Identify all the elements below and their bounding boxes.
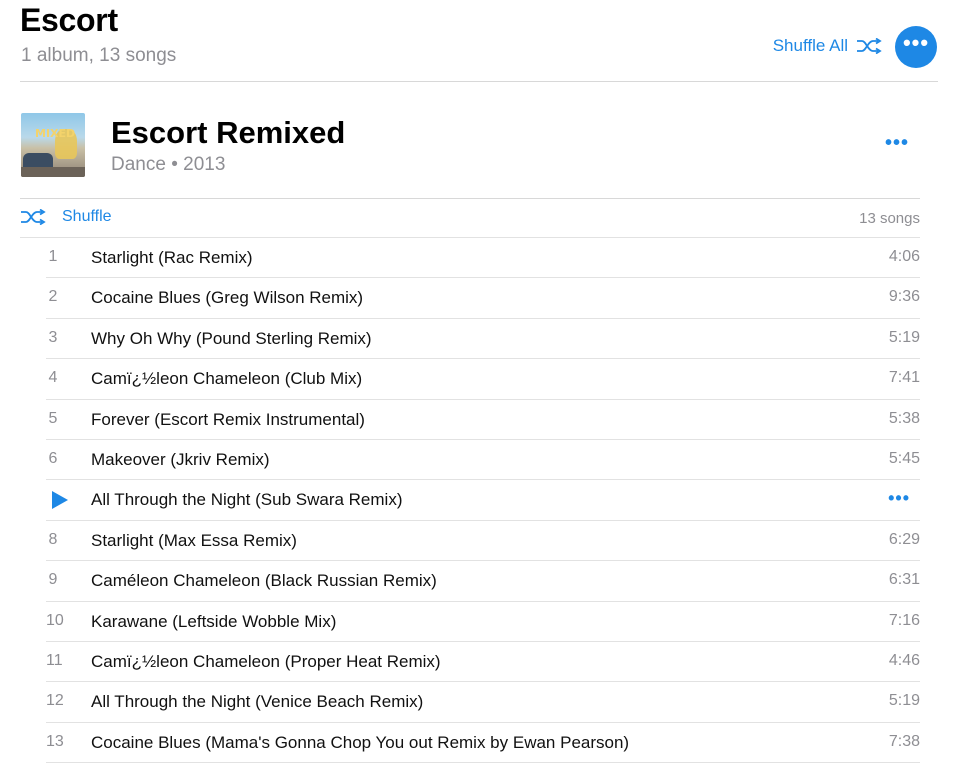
track-list: 1 Starlight (Rac Remix) 4:06 2 Cocaine Blues…	[46, 238, 920, 764]
track-row[interactable]: 1 Starlight (Rac Remix) 4:06	[46, 238, 920, 279]
track-row[interactable]: 6 Makeover (Jkriv Remix) 5:45	[46, 440, 920, 481]
track-number: 12	[46, 692, 64, 710]
track-duration: 5:19	[888, 692, 920, 710]
album-more-button[interactable]: •••	[885, 133, 909, 153]
track-number: 3	[48, 328, 58, 346]
track-title: All Through the Night (Venice Beach Remi…	[91, 692, 424, 712]
track-title: Starlight (Rac Remix)	[91, 248, 253, 267]
shuffle-icon	[21, 209, 46, 225]
track-title: Camï¿½leon Chameleon (Proper Heat Remix)	[91, 651, 441, 671]
track-more-button[interactable]: •••	[888, 489, 910, 507]
track-row[interactable]: All Through the Night (Sub Swara Remix) •…	[46, 480, 920, 521]
divider	[20, 81, 938, 82]
play-icon	[52, 491, 68, 510]
track-duration: 6:31	[888, 571, 920, 589]
track-title: Karawane (Leftside Wobble Mix)	[91, 611, 337, 631]
album-title: Escort Remixed	[111, 115, 346, 150]
track-title: All Through the Night (Sub Swara Remix)	[91, 490, 403, 510]
track-duration: 6:29	[888, 530, 920, 548]
track-row[interactable]: 10 Karawane (Leftside Wobble Mix) 7:16	[46, 602, 920, 642]
track-duration: 5:19	[888, 328, 920, 346]
track-number: 5	[48, 409, 58, 427]
track-title: Cocaine Blues (Greg Wilson Remix)	[91, 288, 364, 308]
artist-subtitle: 1 album, 13 songs	[21, 45, 177, 66]
track-number: 6	[48, 449, 58, 467]
artwork-street	[21, 167, 85, 177]
track-row[interactable]: 2 Cocaine Blues (Greg Wilson Remix) 9:36	[46, 278, 920, 319]
track-title: Cocaine Blues (Mama's Gonna Chop You out…	[91, 732, 630, 752]
track-duration: 9:36	[888, 288, 920, 306]
track-row[interactable]: 3 Why Oh Why (Pound Sterling Remix) 5:19	[46, 319, 920, 360]
artist-title: Escort	[20, 2, 118, 38]
shuffle-label: Shuffle	[62, 208, 112, 225]
track-duration: 4:06	[888, 248, 920, 265]
track-title: Caméleon Chameleon (Black Russian Remix)	[91, 571, 437, 591]
track-number: 9	[48, 571, 58, 589]
track-duration: 7:41	[888, 369, 920, 387]
more-icon: •••	[902, 30, 930, 55]
more-options-button[interactable]: •••	[895, 26, 937, 68]
track-number: 4	[48, 369, 58, 387]
track-title: Why Oh Why (Pound Sterling Remix)	[91, 328, 372, 348]
track-number: 8	[48, 530, 58, 548]
track-row[interactable]: 4 Camï¿½leon Chameleon (Club Mix) 7:41	[46, 359, 920, 400]
artwork-text: MIXED	[35, 127, 76, 140]
track-title: Makeover (Jkriv Remix)	[91, 449, 270, 469]
track-duration: 7:38	[888, 732, 920, 750]
track-row[interactable]: 8 Starlight (Max Essa Remix) 6:29	[46, 521, 920, 562]
song-count: 13 songs	[859, 210, 920, 227]
track-duration: 4:46	[888, 651, 920, 669]
shuffle-icon	[857, 38, 882, 54]
track-duration: 5:38	[888, 409, 920, 427]
track-number: 2	[48, 288, 58, 306]
track-title: Forever (Escort Remix Instrumental)	[91, 409, 365, 429]
track-number: 13	[46, 732, 64, 750]
album-artwork[interactable]: MIXED	[21, 113, 85, 177]
shuffle-button[interactable]: Shuffle	[20, 208, 112, 226]
shuffle-row: Shuffle 13 songs	[20, 199, 920, 238]
track-row[interactable]: 12 All Through the Night (Venice Beach Re…	[46, 682, 920, 723]
shuffle-all-button[interactable]: Shuffle All	[773, 36, 882, 56]
track-number: 1	[48, 248, 58, 265]
track-number: 10	[46, 611, 64, 629]
track-title: Starlight (Max Essa Remix)	[91, 530, 297, 550]
track-row[interactable]: 5 Forever (Escort Remix Instrumental) 5:38	[46, 400, 920, 440]
shuffle-all-label: Shuffle All	[772, 36, 848, 55]
track-number: 11	[46, 651, 63, 669]
track-row[interactable]: 11 Camï¿½leon Chameleon (Proper Heat Remi…	[46, 642, 920, 683]
track-row[interactable]: 13 Cocaine Blues (Mama's Gonna Chop You o…	[46, 723, 920, 764]
track-duration: 7:16	[888, 611, 920, 629]
track-title: Camï¿½leon Chameleon (Club Mix)	[91, 369, 363, 389]
track-duration: 5:45	[888, 449, 920, 467]
track-row[interactable]: 9 Caméleon Chameleon (Black Russian Remix…	[46, 561, 920, 602]
album-meta: Dance • 2013	[111, 154, 226, 175]
